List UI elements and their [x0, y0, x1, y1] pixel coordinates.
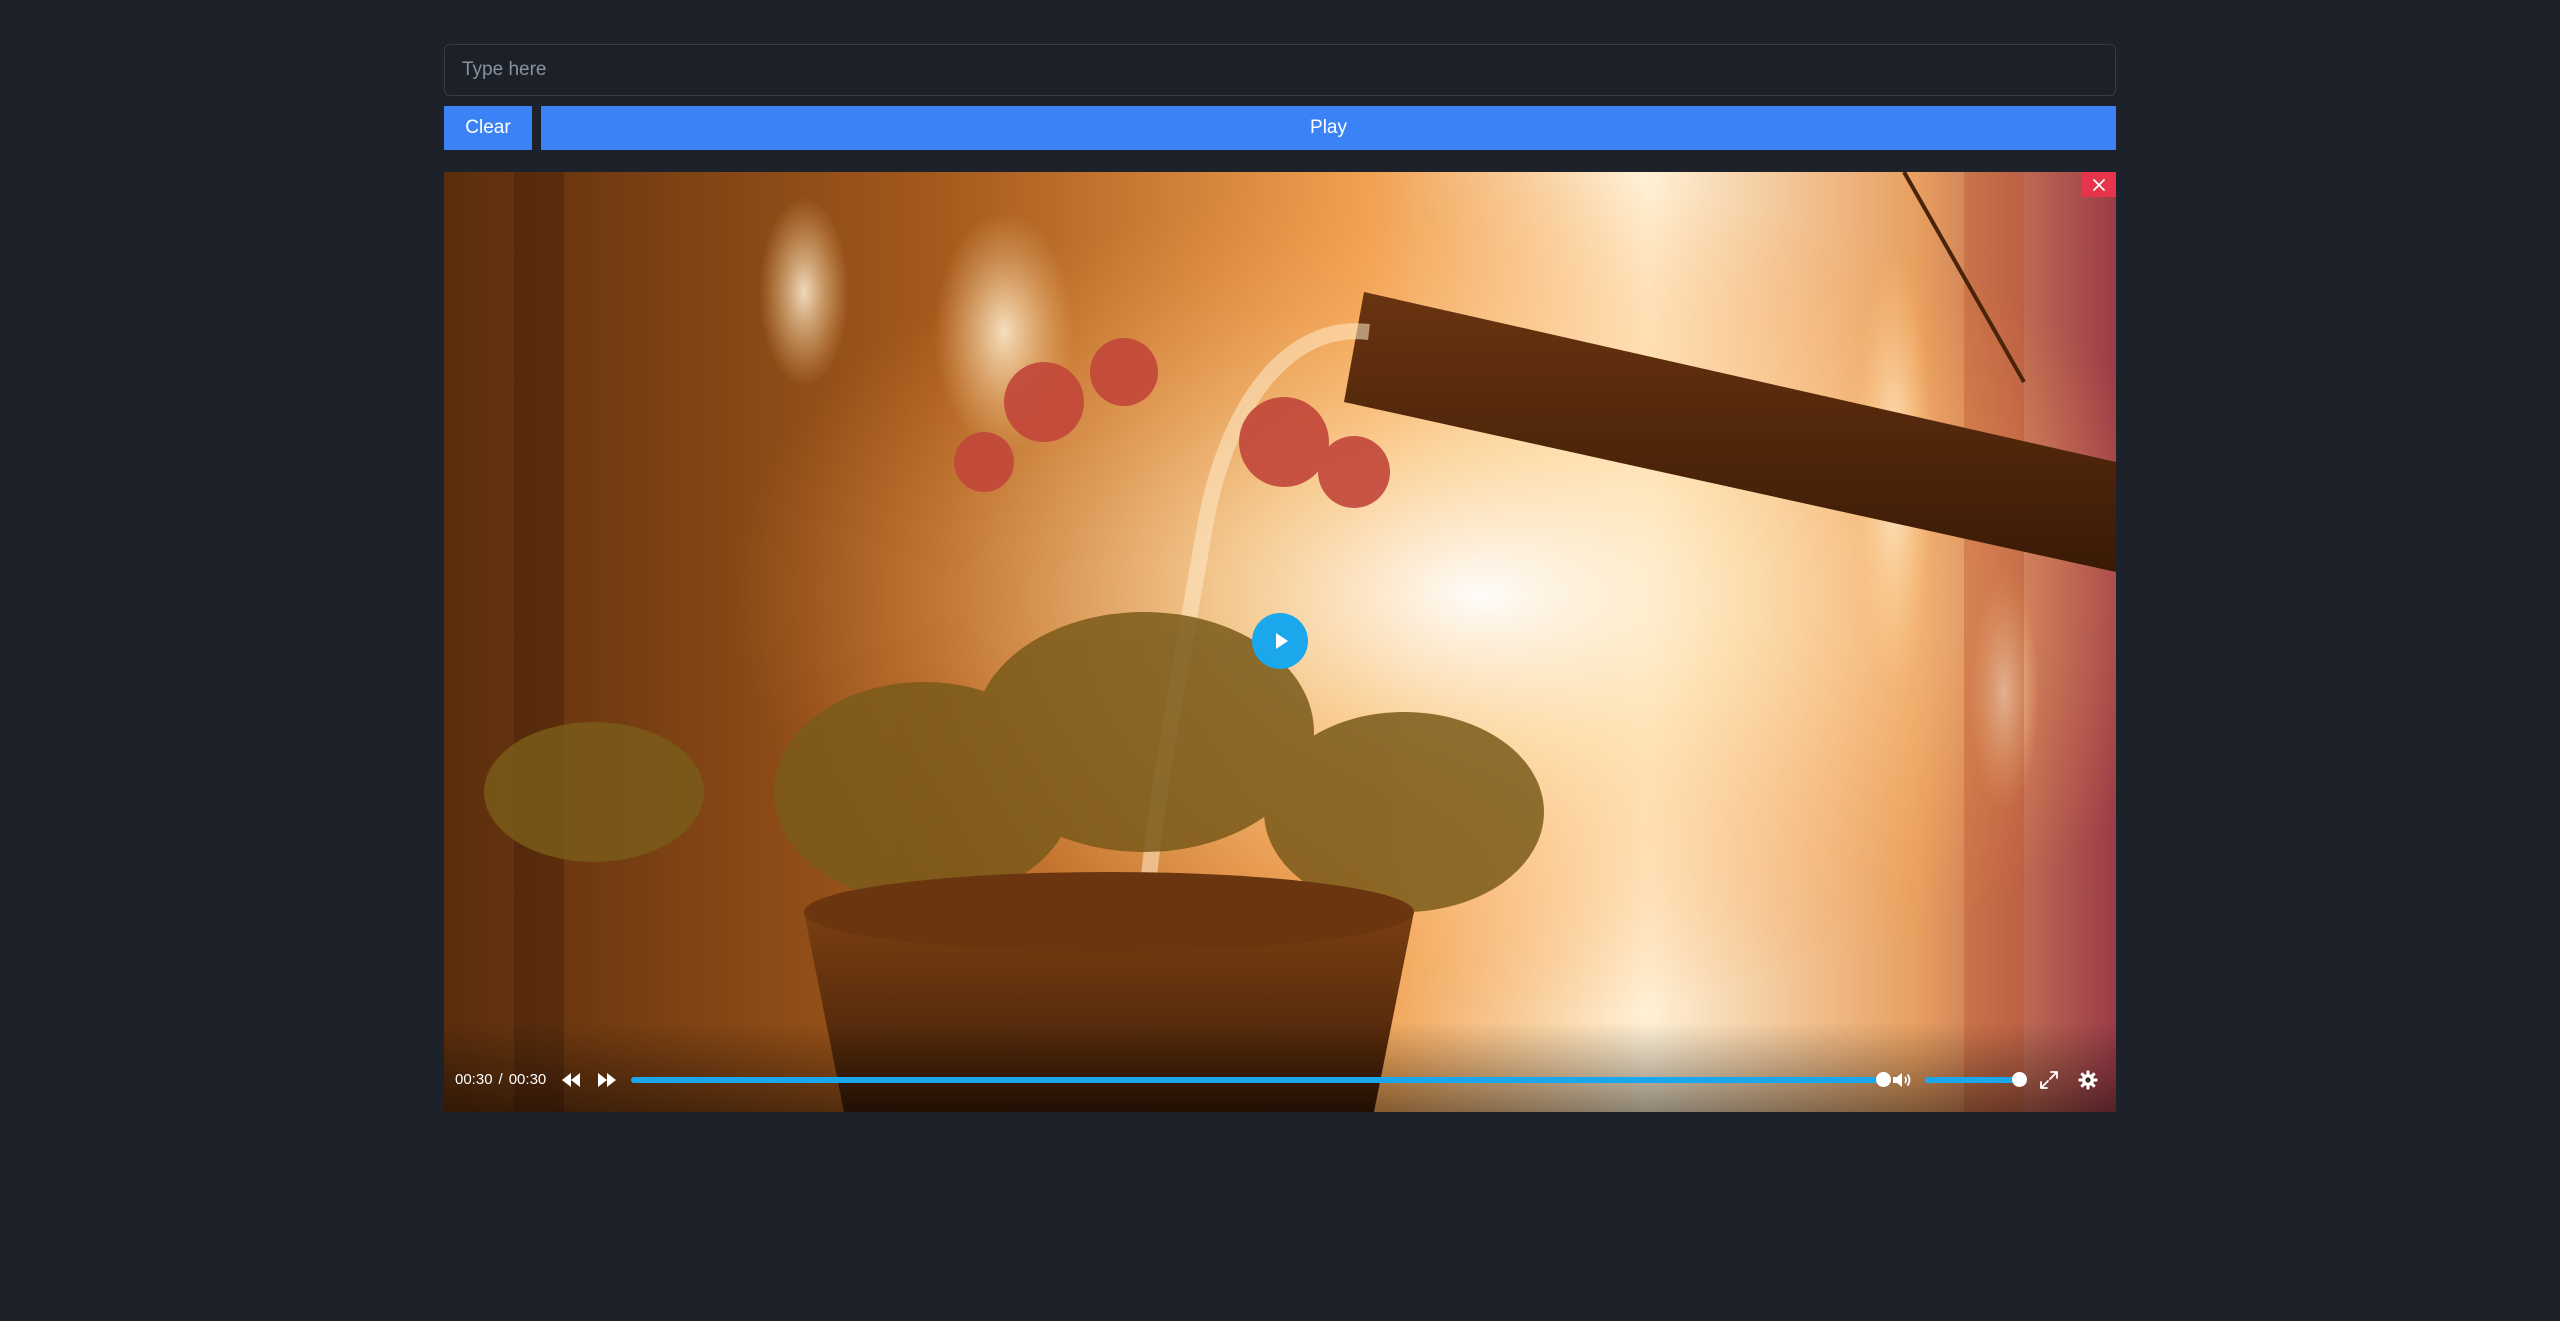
fullscreen-icon [2040, 1071, 2058, 1089]
volume-button[interactable] [1889, 1067, 1915, 1093]
time-display: 00:30 / 00:30 [455, 1070, 546, 1090]
app-root: Clear Play [0, 0, 2560, 1321]
volume-icon [1893, 1073, 1911, 1087]
progress-bar[interactable] [631, 1072, 1891, 1087]
fullscreen-button[interactable] [2036, 1067, 2062, 1093]
video-player[interactable]: 00:30 / 00:30 [444, 172, 2116, 1112]
search-input-wrapper [444, 44, 2116, 96]
gear-icon [2078, 1070, 2098, 1090]
duration: 00:30 [508, 1071, 547, 1088]
time-separator: / [498, 1071, 503, 1088]
clear-button[interactable]: Clear [444, 106, 532, 150]
settings-button[interactable] [2075, 1067, 2101, 1093]
text-input[interactable] [445, 45, 2115, 95]
volume-slider[interactable] [1925, 1072, 2027, 1087]
play-icon [1276, 633, 1288, 649]
current-time: 00:30 [455, 1071, 493, 1088]
volume-handle[interactable] [2012, 1072, 2027, 1087]
close-icon [2092, 178, 2105, 191]
play-button[interactable]: Play [541, 106, 2116, 150]
rewind-button[interactable] [558, 1067, 584, 1093]
rewind-icon [562, 1073, 580, 1087]
player-controls: 00:30 / 00:30 [444, 1022, 2116, 1112]
big-play-button[interactable] [1252, 613, 1308, 669]
close-button[interactable] [2081, 172, 2116, 197]
fast-forward-icon [598, 1073, 616, 1087]
progress-fill [631, 1077, 1883, 1083]
forward-button[interactable] [594, 1067, 620, 1093]
volume-fill [1925, 1077, 2019, 1083]
